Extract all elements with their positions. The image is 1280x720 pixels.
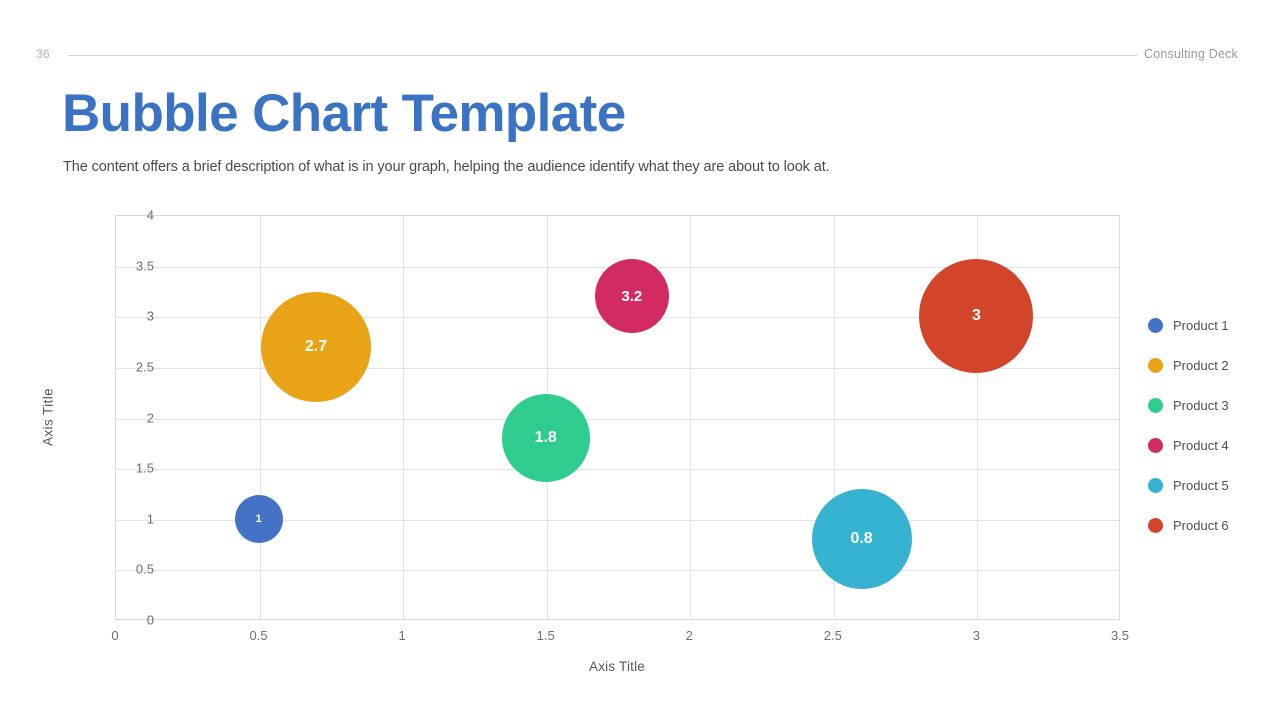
legend-color-dot-icon [1148,437,1163,453]
y-axis-tick-label: 1.5 [135,460,154,476]
legend-item-label: Product 1 [1173,317,1229,333]
x-axis-tick-label: 3.5 [1110,628,1130,643]
chart-bubble[interactable]: 3 [919,259,1034,374]
chart-bubble[interactable]: 0.8 [811,489,912,589]
gridline-horizontal [116,570,1119,572]
x-axis-tick-label: 2.5 [823,628,842,643]
x-axis-tick-label: 0.5 [249,628,268,643]
legend-color-dot-icon [1148,357,1163,373]
y-axis-tick-label: 2 [146,410,154,425]
chart-bubble[interactable]: 1 [234,494,283,543]
gridline-horizontal [116,469,1119,471]
x-axis-title: Axis Title [588,659,646,674]
legend-color-dot-icon [1148,317,1163,333]
y-axis-tick-label: 0.5 [135,561,154,577]
y-axis-tick-label: 3 [146,308,154,324]
x-axis-tick-label: 2 [685,628,693,643]
legend-item-label: Product 3 [1173,397,1229,413]
legend-item-label: Product 4 [1173,437,1229,453]
chart-bubble[interactable]: 1.8 [501,393,590,482]
legend-color-dot-icon [1148,477,1163,493]
legend-item[interactable]: Product 2 [1148,345,1273,385]
x-axis-tick-label: 1.5 [536,628,555,643]
legend-item[interactable]: Product 1 [1148,305,1273,345]
gridline-vertical [259,216,261,619]
x-axis-tick-label: 1 [398,628,406,643]
y-axis-tick-label: 2.5 [135,359,154,375]
y-axis-tick-label: 0 [146,612,154,628]
legend-item[interactable]: Product 5 [1148,465,1273,505]
chart-bubble[interactable]: 3.2 [594,259,669,333]
y-axis-tick-label: 3.5 [135,258,154,274]
legend-color-dot-icon [1148,517,1163,533]
chart-bubble[interactable]: 2.7 [261,291,371,402]
legend-item[interactable]: Product 6 [1148,505,1273,545]
x-axis-tick-label: 3 [972,628,981,643]
gridline-vertical [403,216,405,619]
legend-color-dot-icon [1148,397,1163,413]
bubble-chart: 0 0.5 1 1.5 2 2.5 3 3.5 4 0 0.5 1 1.5 2 2.5 3 3.5 Axis T… [0,0,1280,720]
legend-item[interactable]: Product 4 [1148,425,1273,465]
y-axis-title: Axis Title [40,387,56,447]
legend-item-label: Product 2 [1173,357,1229,373]
legend-item-label: Product 6 [1173,517,1229,533]
y-axis-tick-label: 1 [146,511,154,527]
legend-item[interactable]: Product 3 [1148,385,1273,425]
gridline-horizontal [116,418,1119,420]
chart-legend: Product 1 Product 2 Product 3 Product 4 Prod… [1148,305,1273,545]
gridline-vertical [690,216,692,619]
x-axis-tick-label: 0 [111,628,119,643]
legend-item-label: Product 5 [1173,477,1229,493]
y-axis-tick-label: 4 [146,207,154,223]
